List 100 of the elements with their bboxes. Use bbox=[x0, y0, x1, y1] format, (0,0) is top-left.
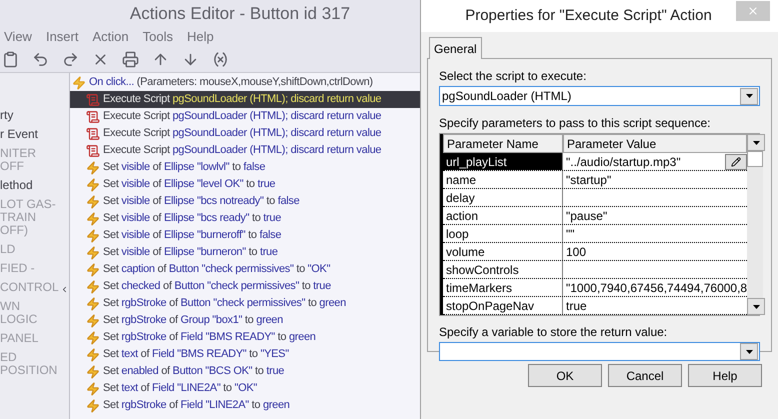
edit-button[interactable] bbox=[725, 154, 748, 170]
action-text: Execute Script pgSoundLoader (HTML); discard return value bbox=[103, 143, 382, 158]
lightning-icon bbox=[86, 262, 100, 276]
action-row[interactable]: Set rgbStroke of Field "BMS READY" to green bbox=[70, 329, 420, 346]
lightning-icon bbox=[86, 178, 100, 192]
action-text: Set visible of Ellipse "lowlvl" to false bbox=[103, 160, 266, 176]
action-row[interactable]: Set visible of Ellipse "lowlvl" to false bbox=[70, 159, 420, 176]
script-icon bbox=[86, 110, 100, 124]
parameter-value-cell[interactable]: 100 bbox=[566, 243, 586, 260]
lightning-icon bbox=[86, 194, 100, 208]
parameter-name-cell[interactable]: name bbox=[443, 171, 563, 188]
chevron-left-icon[interactable] bbox=[60, 285, 69, 294]
parameter-name-cell[interactable]: volume bbox=[443, 243, 563, 260]
panel-label: lethod bbox=[0, 179, 33, 192]
action-row[interactable]: Execute Script pgSoundLoader (HTML); discard return value bbox=[70, 125, 420, 142]
scrollbar-thumb[interactable] bbox=[747, 151, 764, 167]
parameter-name-cell[interactable]: url_playList bbox=[443, 153, 563, 170]
menu-item[interactable]: Help bbox=[186, 27, 214, 47]
lightning-icon bbox=[86, 280, 100, 294]
parameter-value-cell[interactable]: "1000,7940,67456,74494,76000,8 bbox=[566, 279, 748, 296]
parameter-name-cell[interactable]: loop bbox=[443, 225, 563, 242]
lightning-icon bbox=[86, 364, 100, 378]
parameter-value-cell[interactable]: "" bbox=[566, 225, 575, 242]
field-label: Specify parameters to pass to this script sequence: bbox=[439, 115, 712, 132]
action-row[interactable]: Set visible of Ellipse "burneron" to true bbox=[70, 244, 420, 261]
menu-item[interactable]: Action bbox=[92, 27, 129, 47]
dialog-button[interactable]: Help bbox=[688, 364, 762, 387]
redo-icon[interactable] bbox=[62, 51, 79, 68]
caret-icon bbox=[746, 94, 752, 98]
action-row[interactable]: Set text of Field "LINE2A" to "OK" bbox=[70, 380, 420, 397]
action-text: Set rgbStroke of Group "box1" to green bbox=[103, 313, 283, 328]
action-row[interactable]: Set visible of Ellipse "bcs notready" to false bbox=[70, 193, 420, 210]
tab[interactable]: General bbox=[429, 37, 482, 59]
lightning-icon bbox=[72, 76, 86, 90]
action-row[interactable]: Set enabled of Button "BCS OK" to true bbox=[70, 363, 420, 380]
action-row[interactable]: On click... (Parameters: mouseX,mouseY,shiftDown,ctrlDown) bbox=[70, 74, 420, 91]
undo-icon[interactable] bbox=[32, 51, 49, 68]
variable-icon[interactable] bbox=[212, 51, 229, 68]
lightning-icon bbox=[86, 160, 100, 174]
action-row[interactable]: Execute Script pgSoundLoader (HTML); discard return value bbox=[70, 142, 420, 159]
dialog-button[interactable]: Cancel bbox=[608, 364, 682, 387]
printer-icon[interactable] bbox=[122, 51, 139, 68]
menu-item[interactable]: Tools bbox=[142, 27, 173, 47]
panel-label: LOT GAS-TRAIN OFF) bbox=[0, 198, 57, 237]
action-text: Set rgbStroke of Button "check permissives" to green bbox=[103, 296, 346, 312]
action-text: Execute Script pgSoundLoader (HTML); discard return value bbox=[103, 126, 382, 142]
action-row[interactable]: Set visible of Ellipse "burneroff" to false bbox=[70, 227, 420, 244]
action-text: Set visible of Ellipse "bcs notready" to false bbox=[103, 194, 300, 210]
action-text: Execute Script pgSoundLoader (HTML); discard return value bbox=[103, 109, 382, 124]
action-row[interactable]: Set visible of Ellipse "level OK" to true bbox=[70, 176, 420, 193]
action-row[interactable]: Set checked of Button "check permissives" to true bbox=[70, 278, 420, 295]
script-icon bbox=[86, 126, 100, 140]
action-row[interactable]: Set visible of Ellipse "bcs ready" to true bbox=[70, 210, 420, 227]
script-icon bbox=[86, 92, 100, 106]
action-text: Set rgbStroke of Field "LINE2A" to green bbox=[103, 398, 290, 414]
dialog-button[interactable]: OK bbox=[528, 364, 602, 387]
clipboard-icon[interactable] bbox=[2, 51, 19, 68]
scroll-down-button[interactable] bbox=[747, 298, 766, 315]
parameter-value-cell[interactable]: "../audio/startup.mp3" bbox=[566, 153, 681, 170]
parameter-name-cell[interactable]: timeMarkers bbox=[443, 279, 563, 296]
scroll-up-button[interactable] bbox=[747, 134, 766, 151]
parameter-value-cell[interactable]: true bbox=[566, 297, 587, 314]
dialog-title: Properties for "Execute Script" Action bbox=[464, 6, 713, 26]
action-row[interactable]: Set rgbStroke of Field "LINE2A" to green bbox=[70, 397, 420, 414]
column-header: Parameter Name bbox=[443, 134, 563, 153]
action-row[interactable]: Set rgbStroke of Group "box1" to green bbox=[70, 312, 420, 329]
script-dropdown[interactable]: pgSoundLoader (HTML) bbox=[439, 86, 760, 106]
scrollbar[interactable] bbox=[747, 134, 764, 315]
panel-label: rty bbox=[0, 109, 14, 122]
parameter-value-cell[interactable]: "pause" bbox=[566, 207, 608, 224]
parameter-name-cell[interactable]: action bbox=[443, 207, 563, 224]
action-row[interactable]: Set rgbStroke of Button "check permissives" to green bbox=[70, 295, 420, 312]
field-label: Specify a variable to store the return value: bbox=[439, 324, 668, 341]
dropdown-button[interactable] bbox=[740, 88, 758, 104]
action-text: Set visible of Ellipse "bcs ready" to true bbox=[103, 211, 282, 226]
lightning-icon bbox=[86, 228, 100, 242]
parameter-value-cell[interactable]: "startup" bbox=[566, 171, 612, 188]
action-row[interactable]: Execute Script pgSoundLoader (HTML); discard return value bbox=[70, 91, 420, 108]
action-text: Set text of Field "BMS READY" to "YES" bbox=[103, 347, 289, 362]
action-row[interactable]: Set text of Field "BMS READY" to "YES" bbox=[70, 346, 420, 363]
parameter-name-cell[interactable]: showControls bbox=[443, 261, 563, 278]
action-row[interactable]: Execute Script pgSoundLoader (HTML); discard return value bbox=[70, 108, 420, 125]
dropdown-button[interactable] bbox=[740, 343, 758, 360]
menu-item[interactable]: Insert bbox=[46, 27, 78, 47]
lightning-icon bbox=[86, 348, 100, 362]
lightning-icon bbox=[86, 296, 100, 310]
action-text: Set checked of Button "check permissives" to true bbox=[103, 279, 331, 294]
lightning-icon bbox=[86, 246, 100, 260]
panel-label: PANEL bbox=[0, 332, 38, 345]
parameter-name-cell[interactable]: delay bbox=[443, 189, 563, 206]
menu-item[interactable]: View bbox=[4, 27, 32, 47]
panel-label: r Event bbox=[0, 128, 38, 141]
panel-label: ED POSITION bbox=[0, 351, 58, 377]
caret-icon bbox=[746, 350, 752, 354]
action-text: Set visible of Ellipse "level OK" to true bbox=[103, 177, 276, 192]
action-text: Set visible of Ellipse "burneron" to true bbox=[103, 245, 278, 260]
caret-icon bbox=[752, 304, 760, 308]
parameter-name-cell[interactable]: stopOnPageNav bbox=[443, 297, 563, 314]
field-label: Select the script to execute: bbox=[439, 68, 588, 85]
action-row[interactable]: Set caption of Button "check permissives" to "OK" bbox=[70, 261, 420, 278]
